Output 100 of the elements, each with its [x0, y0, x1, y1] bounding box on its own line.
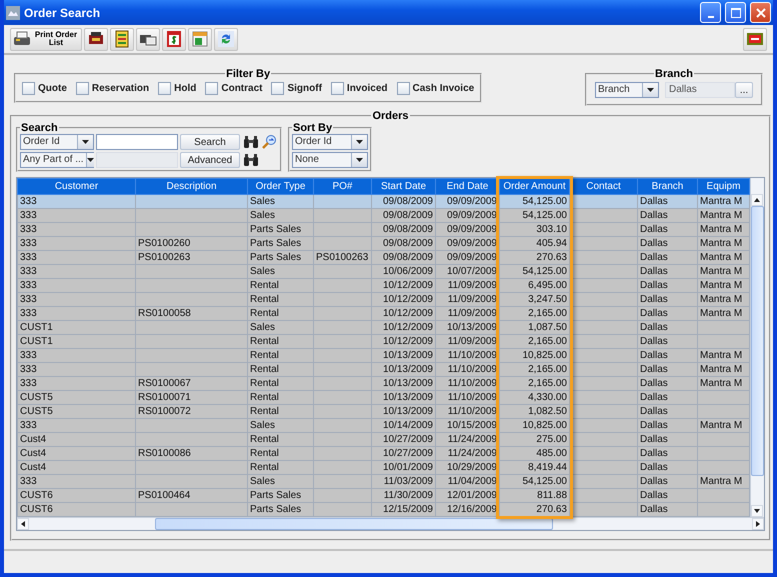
filter-checkbox[interactable]: Cash Invoice [396, 82, 474, 95]
table-cell: 10/12/2009 [372, 292, 436, 306]
table-cell: 811.88 [500, 488, 570, 502]
sort-secondary-dropdown[interactable]: None [292, 152, 368, 168]
column-header[interactable]: Start Date [372, 178, 436, 194]
exit-sign-icon [746, 31, 764, 47]
table-cell: Dallas [638, 250, 698, 264]
horizontal-scrollbar[interactable] [17, 517, 764, 530]
table-cell: Dallas [638, 334, 698, 348]
table-cell: 09/08/2009 [372, 250, 436, 264]
table-cell [314, 334, 372, 348]
table-cell [698, 488, 750, 502]
table-cell: 333 [18, 348, 136, 362]
table-cell: Dallas [638, 488, 698, 502]
checkbox-label: Hold [174, 83, 196, 94]
advanced-find-button[interactable] [242, 152, 260, 168]
column-header[interactable]: Branch [638, 178, 698, 194]
checklist-icon [113, 30, 131, 48]
checkbox[interactable] [396, 82, 410, 95]
table-cell: Dallas [638, 432, 698, 446]
scrollbar-thumb[interactable] [751, 206, 764, 476]
table-cell [698, 334, 750, 348]
browse-button[interactable]: ... [735, 82, 753, 98]
column-header[interactable]: Equipm [698, 178, 750, 194]
table-cell: Dallas [638, 502, 698, 516]
filter-checkbox[interactable]: Reservation [76, 82, 150, 95]
table-cell: CUST1 [18, 320, 136, 334]
table-cell: 270.63 [500, 250, 570, 264]
filter-checkbox[interactable]: Invoiced [330, 82, 388, 95]
branch-field[interactable]: Dallas [665, 82, 735, 98]
table-cell [314, 264, 372, 278]
checkbox-label: Cash Invoice [412, 83, 474, 94]
filter-checkbox[interactable]: Hold [158, 82, 196, 95]
checkbox[interactable] [330, 82, 344, 95]
table-cell: Cust4 [18, 446, 136, 460]
toolbar-button[interactable] [136, 28, 160, 50]
table-cell: 3,247.50 [500, 292, 570, 306]
table-cell [314, 390, 372, 404]
table-cell: 54,125.00 [500, 194, 570, 208]
table-cell: Dallas [638, 390, 698, 404]
table-cell [314, 362, 372, 376]
table-cell: Rental [248, 334, 314, 348]
checkbox[interactable] [76, 82, 89, 95]
filter-checkbox[interactable]: Contract [205, 82, 262, 95]
maximize-button[interactable] [725, 2, 746, 23]
table-cell: 10/27/2009 [372, 446, 436, 460]
branch-type-dropdown[interactable]: Branch [595, 82, 659, 98]
toolbar-button[interactable] [84, 28, 108, 50]
table-cell: 4,330.00 [500, 390, 570, 404]
scrollbar-thumb[interactable] [155, 518, 553, 530]
table-cell: 10/12/2009 [372, 320, 436, 334]
table-cell: 10/12/2009 [372, 306, 436, 320]
print-order-list-button[interactable]: Print Order List [10, 28, 82, 50]
advanced-button[interactable]: Advanced [180, 152, 240, 168]
table-cell: RS0100058 [136, 306, 248, 320]
table-cell: 275.00 [500, 432, 570, 446]
checkbox[interactable] [271, 82, 284, 95]
checkbox-label: Reservation [92, 83, 150, 94]
checkbox[interactable] [158, 82, 172, 95]
match-mode-dropdown[interactable]: Any Part of ... [20, 152, 94, 168]
table-cell: Mantra M [698, 222, 750, 236]
table-cell: 10/13/2009 [372, 376, 436, 390]
app-icon [6, 6, 20, 20]
find-button[interactable] [242, 134, 260, 150]
exit-button[interactable] [743, 28, 767, 50]
table-cell: 12/15/2009 [372, 502, 436, 516]
binoculars-icon [243, 153, 259, 167]
filter-checkbox[interactable]: Signoff [271, 82, 322, 95]
column-header[interactable]: Description [136, 178, 248, 194]
column-header[interactable]: PO# [314, 178, 372, 194]
column-header[interactable]: Order Amount [500, 178, 570, 194]
checkbox[interactable] [205, 82, 218, 95]
table-cell [314, 348, 372, 362]
table-cell: Parts Sales [248, 236, 314, 250]
table-cell: RS0100071 [136, 390, 248, 404]
toolbar-button[interactable] [162, 28, 186, 50]
table-cell: Sales [248, 208, 314, 222]
table-cell: Cust4 [18, 432, 136, 446]
column-header[interactable]: Customer [18, 178, 136, 194]
caret-icon [356, 158, 363, 162]
table-cell: Mantra M [698, 348, 750, 362]
close-button[interactable] [750, 2, 771, 23]
vertical-scrollbar[interactable] [750, 178, 764, 517]
table-cell: Dallas [638, 376, 698, 390]
minimize-button[interactable] [700, 2, 721, 23]
table-cell: Dallas [638, 222, 698, 236]
table-cell: Rental [248, 348, 314, 362]
sort-primary-dropdown[interactable]: Order Id [292, 134, 368, 150]
filter-checkbox[interactable]: Quote [22, 82, 67, 95]
sort-by-title: Sort By [292, 122, 334, 134]
maximize-icon [730, 8, 740, 18]
zoom-button[interactable] [260, 134, 278, 150]
search-field-dropdown[interactable]: Order Id [20, 134, 94, 150]
column-header[interactable]: Order Type [248, 178, 314, 194]
toolbar-button[interactable] [110, 28, 134, 50]
table-cell: Sales [248, 194, 314, 208]
table-cell [314, 488, 372, 502]
checkbox[interactable] [22, 82, 35, 95]
search-input[interactable] [96, 134, 178, 150]
search-button[interactable]: Search [180, 134, 240, 150]
